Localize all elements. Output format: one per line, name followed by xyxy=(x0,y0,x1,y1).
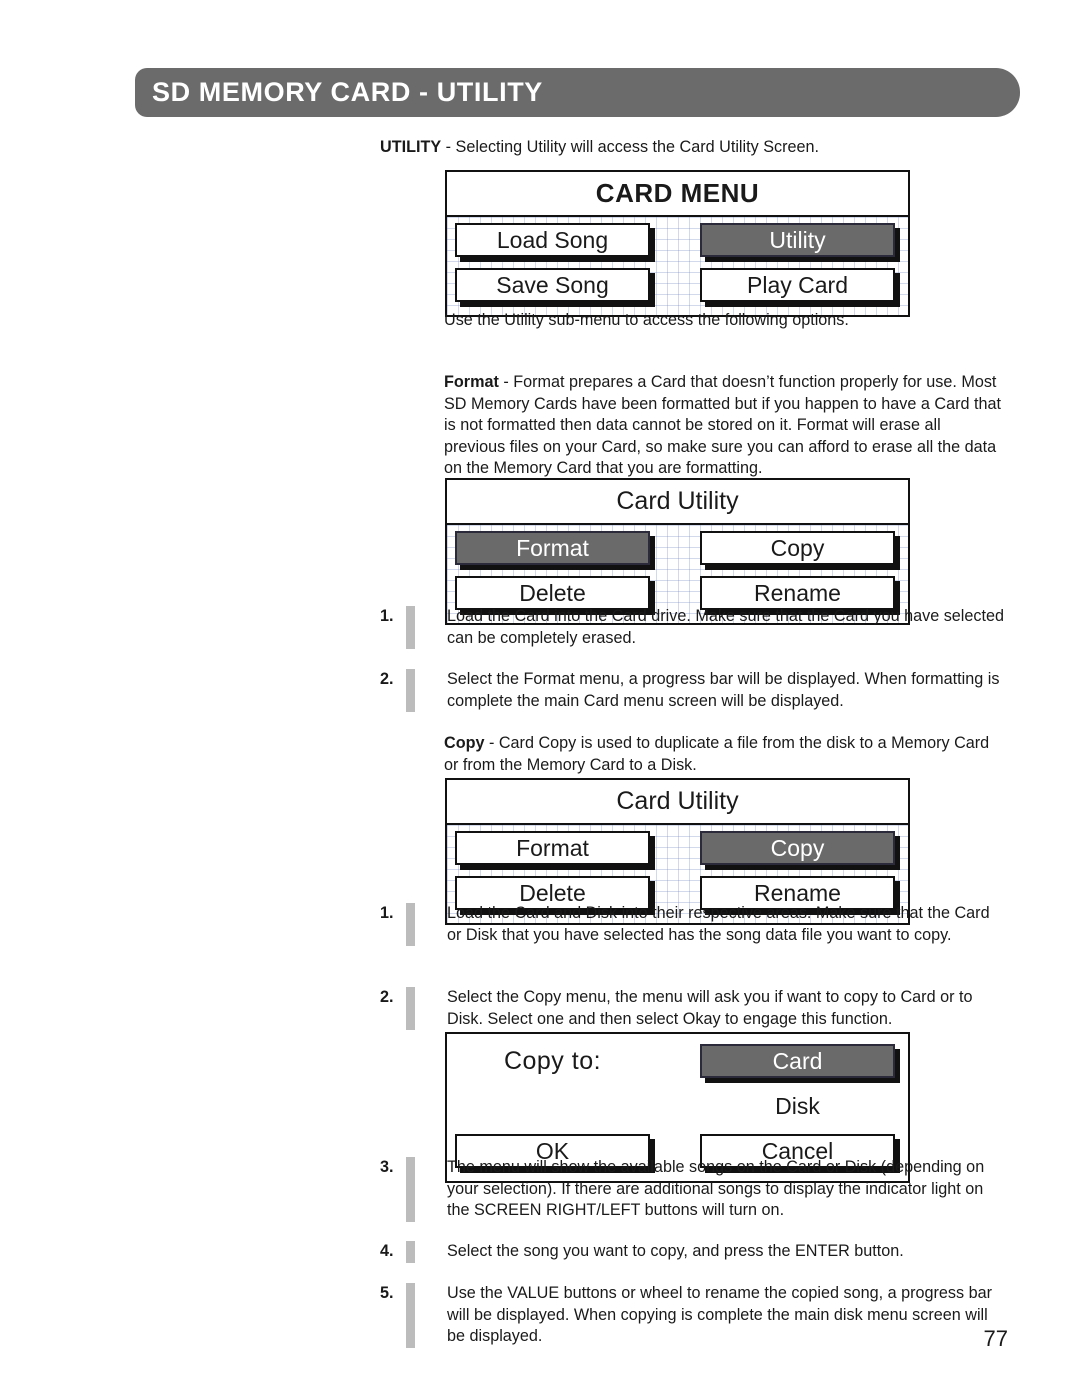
copy-step-1-number: 1. xyxy=(380,904,394,922)
copy-step-1-text: Load the Card and Disk into their respec… xyxy=(447,904,990,944)
card-utility-button-copy[interactable]: Copy xyxy=(700,531,895,565)
format-paragraph: Format - Format prepares a Card that doe… xyxy=(444,372,1004,480)
copy-to-prompt: Copy to: xyxy=(503,1047,602,1075)
card-menu-button-load-song[interactable]: Load Song xyxy=(455,223,650,257)
copy-to-button-card[interactable]: Card xyxy=(700,1044,895,1078)
copy-step-4-text: Select the song you want to copy, and pr… xyxy=(447,1242,904,1260)
copy-to-row-1: Copy to: Card xyxy=(455,1044,900,1083)
copy-step-2-marker xyxy=(406,987,415,1031)
copy-to-spacer xyxy=(455,1089,650,1123)
format-text: - Format prepares a Card that doesn’t fu… xyxy=(444,373,1001,478)
copy-step-3-number: 3. xyxy=(380,1158,394,1176)
card-utility-format-panel: Card Utility Format Copy Delete Rename xyxy=(445,478,910,625)
format-label: Format xyxy=(444,373,499,391)
card-menu-row-2: Save Song Play Card xyxy=(455,268,900,307)
format-step-1-text: Load the Card into the Card drive. Make … xyxy=(447,607,1004,647)
copy-step-5-text: Use the VALUE buttons or wheel to rename… xyxy=(447,1284,992,1346)
copy-step-2-text: Select the Copy menu, the menu will ask … xyxy=(447,988,973,1028)
page-header-banner: SD MEMORY CARD - UTILITY xyxy=(135,68,1020,117)
card-menu-row-1: Load Song Utility xyxy=(455,223,900,262)
intro-label: UTILITY xyxy=(380,138,442,156)
copy-step-2: 2. Select the Copy menu, the menu will a… xyxy=(380,987,1005,1031)
copy-text: - Card Copy is used to duplicate a file … xyxy=(444,734,990,774)
format-step-2-number: 2. xyxy=(380,670,394,688)
copy-paragraph: Copy - Card Copy is used to duplicate a … xyxy=(444,733,1004,776)
card-utility-format-title: Card Utility xyxy=(447,480,908,525)
copy-step-2-number: 2. xyxy=(380,988,394,1006)
copy-step-4-marker xyxy=(406,1241,415,1263)
submenu-note: Use the Utility sub-menu to access the f… xyxy=(444,311,849,329)
format-step-2-text: Select the Format menu, a progress bar w… xyxy=(447,670,1000,710)
copy-step-3-marker xyxy=(406,1157,415,1222)
page-title: SD MEMORY CARD - UTILITY xyxy=(152,76,543,107)
copy-step-3-text: The menu will show the available songs o… xyxy=(447,1158,985,1220)
card-menu-panel: CARD MENU Load Song Utility Save Song Pl… xyxy=(445,170,910,317)
copy-step-3: 3. The menu will show the available song… xyxy=(380,1157,1005,1222)
card-utility-button-rename[interactable]: Rename xyxy=(700,576,895,610)
card-menu-button-utility[interactable]: Utility xyxy=(700,223,895,257)
card-menu-title: CARD MENU xyxy=(447,172,908,217)
copy-label: Copy xyxy=(444,734,485,752)
card-utility-copy-button-format[interactable]: Format xyxy=(455,831,650,865)
card-menu-button-play-card[interactable]: Play Card xyxy=(700,268,895,302)
card-utility-copy-button-copy[interactable]: Copy xyxy=(700,831,895,865)
page-number: 77 xyxy=(983,1326,1008,1351)
copy-step-5-marker xyxy=(406,1283,415,1348)
format-step-1-marker xyxy=(406,606,415,650)
card-menu-button-save-song[interactable]: Save Song xyxy=(455,268,650,302)
card-menu-body: Load Song Utility Save Song Play Card xyxy=(447,217,908,315)
format-step-2: 2. Select the Format menu, a progress ba… xyxy=(380,669,1005,713)
card-utility-copy-row-1: Format Copy xyxy=(455,831,900,870)
copy-step-4-number: 4. xyxy=(380,1242,394,1260)
format-step-1-number: 1. xyxy=(380,607,394,625)
card-utility-button-format[interactable]: Format xyxy=(455,531,650,565)
copy-step-1: 1. Load the Card and Disk into their res… xyxy=(380,903,1005,947)
intro-paragraph: UTILITY - Selecting Utility will access … xyxy=(380,137,1005,159)
copy-to-option-disk[interactable]: Disk xyxy=(700,1089,895,1123)
copy-step-5: 5. Use the VALUE buttons or wheel to ren… xyxy=(380,1283,1005,1348)
copy-step-1-marker xyxy=(406,903,415,947)
card-utility-format-row-1: Format Copy xyxy=(455,531,900,570)
card-utility-button-delete[interactable]: Delete xyxy=(455,576,650,610)
copy-step-5-number: 5. xyxy=(380,1284,394,1302)
copy-step-4: 4. Select the song you want to copy, and… xyxy=(380,1241,1005,1263)
copy-to-row-2: Disk xyxy=(455,1089,900,1128)
format-step-2-marker xyxy=(406,669,415,713)
card-utility-copy-title: Card Utility xyxy=(447,780,908,825)
format-step-1: 1. Load the Card into the Card drive. Ma… xyxy=(380,606,1005,650)
intro-text: - Selecting Utility will access the Card… xyxy=(441,138,819,156)
